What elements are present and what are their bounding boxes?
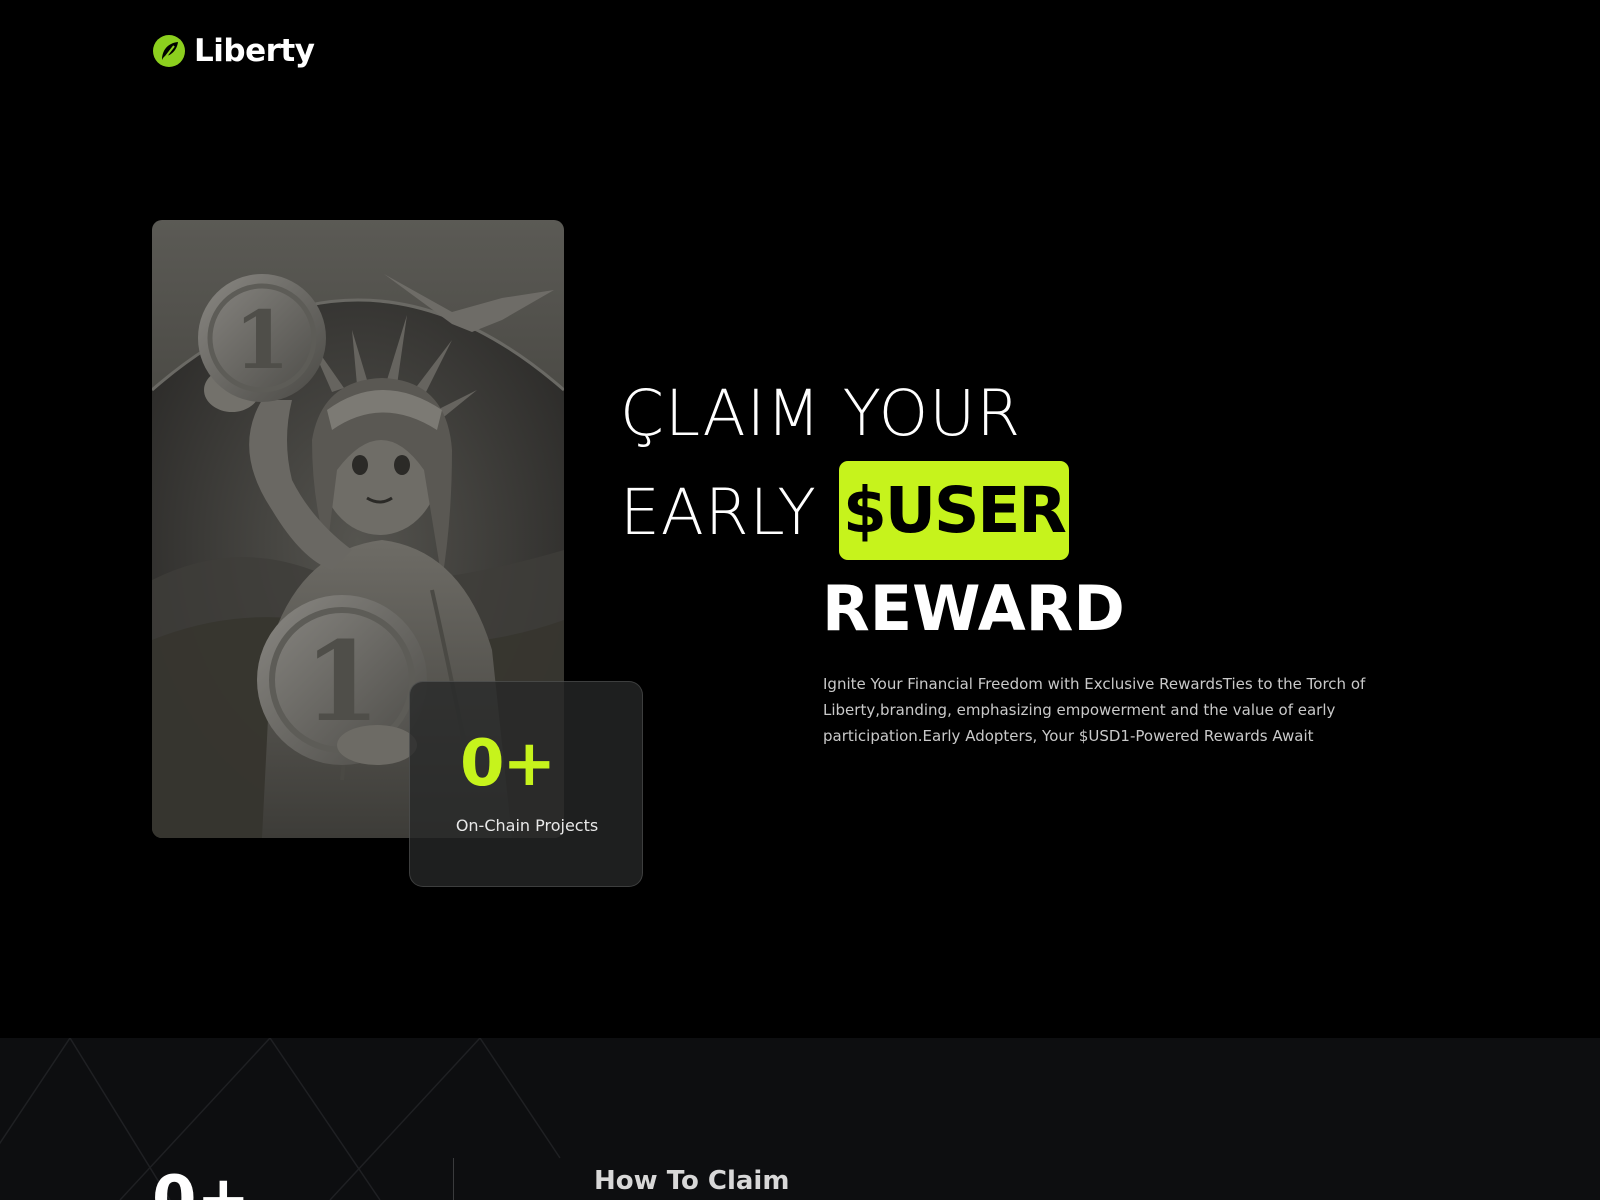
how-to-claim-section: 0+ How To Claim	[0, 1038, 1600, 1200]
stat-label: On-Chain Projects	[455, 816, 599, 835]
headline-line-3: REWARD	[822, 572, 1125, 645]
headline-line-1: ÇLAIM YOUR	[620, 377, 1022, 450]
hero-description: Ignite Your Financial Freedom with Exclu…	[823, 675, 1366, 745]
brand-name: Liberty	[194, 33, 315, 69]
stat-value: 0+	[460, 727, 556, 801]
claim-counter: 0+	[152, 1163, 251, 1200]
svg-text:1: 1	[234, 293, 290, 387]
headline-line-2: EARLY	[620, 476, 817, 549]
stat-card: 0+ On-Chain Projects	[409, 681, 643, 887]
brand-logo[interactable]: Liberty	[152, 33, 315, 69]
highlight-text: $USER	[843, 474, 1067, 547]
liberty-leaf-logo-icon	[153, 35, 185, 67]
how-to-claim-title: How To Claim	[594, 1166, 790, 1196]
page: Liberty 1 1 0+ On-Chain Projects ÇLAIM Y…	[0, 0, 1600, 1200]
section-divider	[453, 1158, 454, 1200]
highlight-badge: $USER	[839, 461, 1069, 560]
